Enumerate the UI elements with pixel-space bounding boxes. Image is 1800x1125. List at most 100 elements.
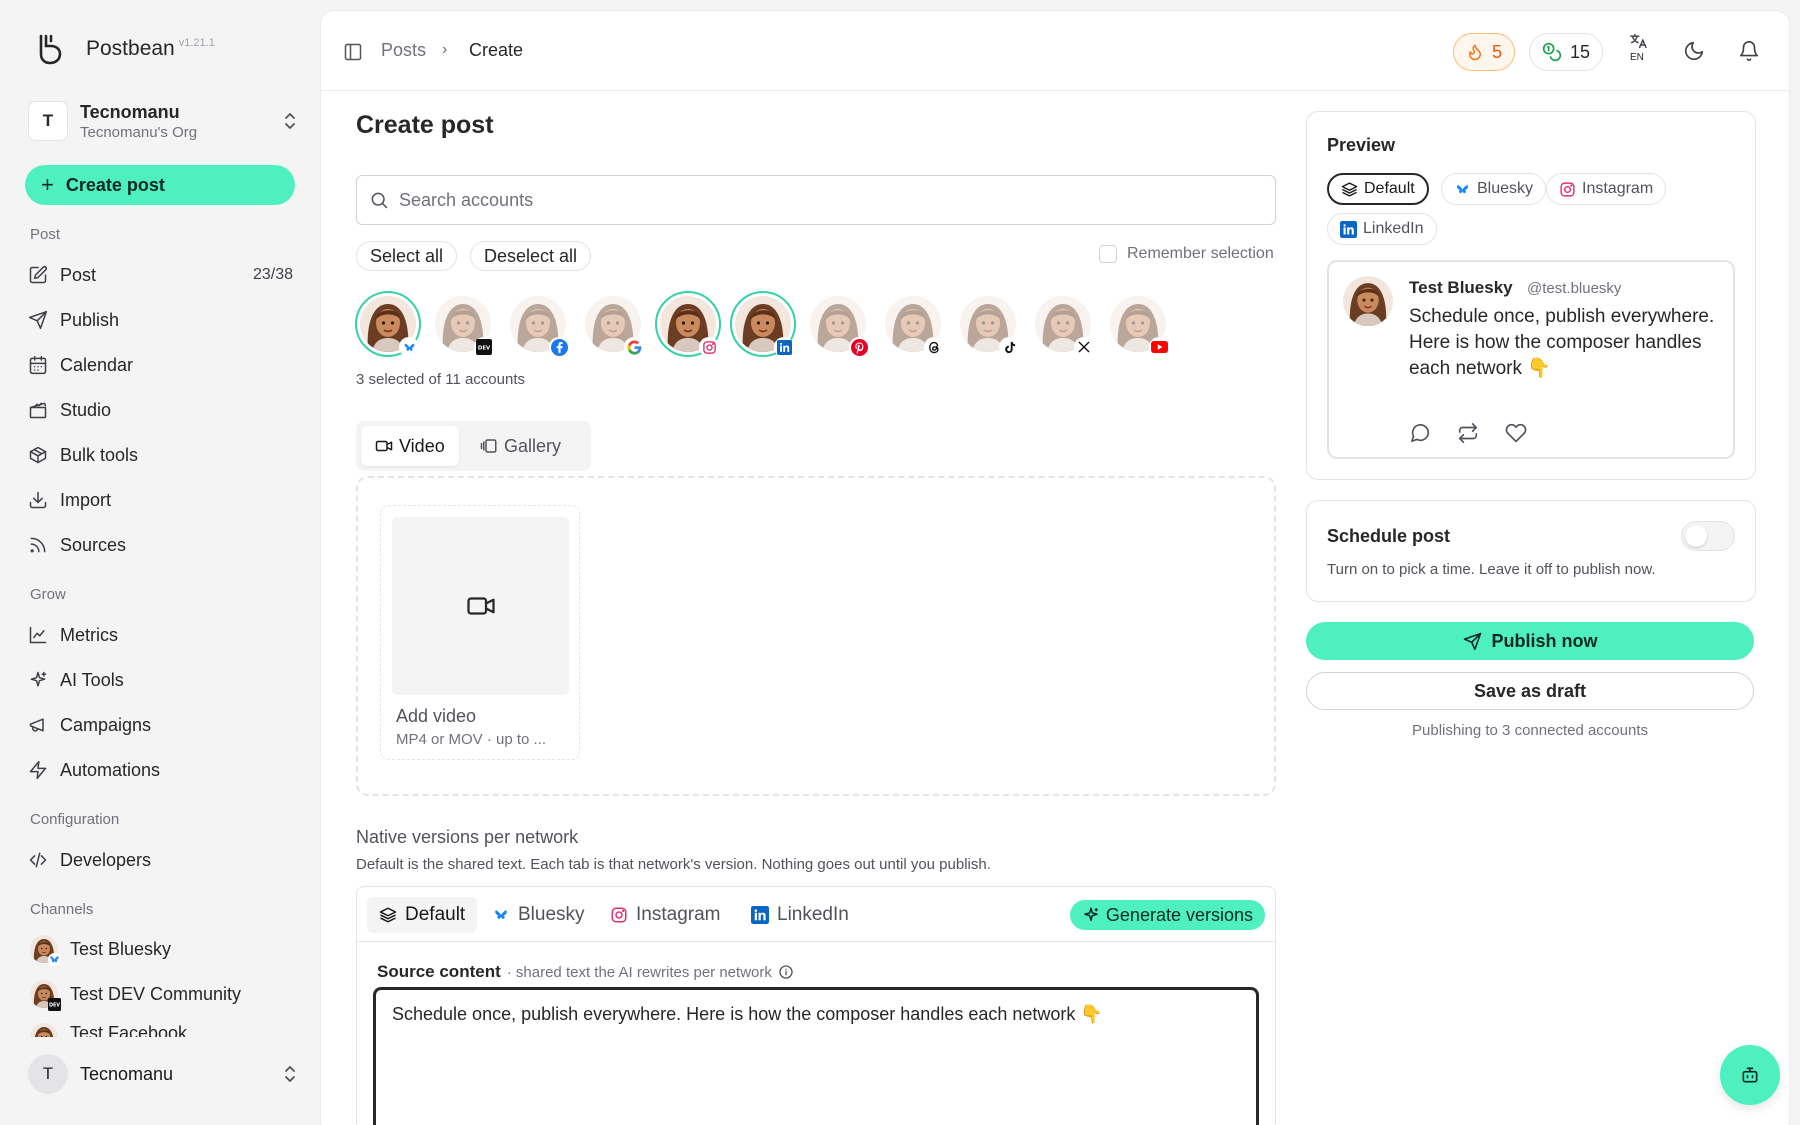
generate-versions-button[interactable]: Generate versions: [1069, 900, 1265, 930]
tab-label: Bluesky: [518, 904, 585, 925]
svg-text:DEV: DEV: [478, 345, 491, 351]
youtube-icon: [1149, 337, 1169, 357]
tab-default[interactable]: Default: [367, 897, 478, 933]
source-content-textarea[interactable]: Schedule once, publish everywhere. Here …: [373, 987, 1259, 1125]
language-switcher[interactable]: EN: [1628, 33, 1652, 63]
account-bluesky[interactable]: [355, 291, 421, 357]
schedule-toggle[interactable]: [1681, 521, 1735, 551]
sidebar-item-campaigns[interactable]: Campaigns: [28, 710, 293, 740]
sidebar-item-developers[interactable]: Developers: [28, 845, 293, 875]
x-icon: [1074, 337, 1094, 357]
account-threads[interactable]: [880, 291, 946, 357]
remember-checkbox[interactable]: [1099, 245, 1117, 263]
package-icon: [29, 446, 47, 464]
preview-tab-default[interactable]: Default: [1327, 173, 1429, 205]
bluesky-icon: [48, 953, 61, 966]
video-icon: [375, 440, 393, 452]
sidebar-item-sources[interactable]: Sources: [28, 530, 293, 560]
instagram-icon: [699, 337, 719, 357]
preview-post-text: Schedule once, publish everywhere. Here …: [1409, 306, 1715, 379]
deselect-all-button[interactable]: Deselect all: [470, 241, 592, 271]
streak-badge[interactable]: 5: [1453, 33, 1516, 71]
tab-linkedin[interactable]: LinkedIn: [739, 897, 861, 933]
download-icon: [29, 491, 47, 509]
source-label: Source content: [377, 962, 501, 981]
sidebar-item-bulk-tools[interactable]: Bulk tools: [28, 440, 293, 470]
search-input[interactable]: [399, 189, 1275, 211]
account-google[interactable]: [580, 291, 646, 357]
tab-gallery[interactable]: Gallery: [466, 426, 575, 466]
sidebar-item-studio[interactable]: Studio: [28, 395, 293, 425]
preview-tab-linkedin[interactable]: LinkedIn: [1327, 213, 1437, 245]
language-code: EN: [1630, 52, 1644, 63]
org-switcher[interactable]: T Tecnomanu Tecnomanu's Org: [28, 98, 298, 144]
sidebar-item-import[interactable]: Import: [28, 485, 293, 515]
sidebar-item-calendar[interactable]: Calendar: [28, 350, 293, 380]
account-dev[interactable]: DEV: [430, 291, 496, 357]
account-linkedin[interactable]: [730, 291, 796, 357]
info-icon[interactable]: [778, 964, 794, 980]
preview-tab-instagram[interactable]: Instagram: [1546, 173, 1667, 205]
sidebar-item-label: Developers: [60, 849, 152, 870]
user-menu[interactable]: T Tecnomanu: [28, 1054, 298, 1094]
account-instagram[interactable]: [655, 291, 721, 357]
breadcrumb-posts[interactable]: Posts: [381, 40, 426, 61]
preview-author-name: Test Bluesky: [1409, 278, 1513, 297]
moon-icon[interactable]: [1683, 40, 1705, 62]
create-post-button[interactable]: + Create post: [25, 165, 295, 205]
assistant-button[interactable]: [1720, 1045, 1780, 1105]
bell-icon[interactable]: [1738, 40, 1760, 62]
preview-card: Preview Default Bluesky Instagram Linked…: [1306, 111, 1756, 480]
account-pinterest[interactable]: [805, 291, 871, 357]
sidebar-item-label: Post: [60, 264, 97, 285]
bot-icon: [1742, 1067, 1758, 1083]
layers-icon: [1341, 181, 1358, 197]
publish-now-label: Publish now: [1491, 630, 1598, 651]
save-draft-button[interactable]: Save as draft: [1306, 672, 1754, 710]
flame-icon: [1469, 44, 1481, 61]
tab-video[interactable]: Video: [361, 426, 459, 466]
sidebar-toggle-icon[interactable]: [343, 42, 363, 62]
rss-icon: [30, 537, 46, 553]
media-dropzone[interactable]: Add video MP4 or MOV · up to ...: [356, 476, 1276, 796]
remember-selection[interactable]: Remember selection: [1099, 245, 1274, 263]
tab-label: Gallery: [504, 435, 562, 456]
facebook-icon: [549, 337, 569, 357]
sidebar: Postbean v1.21.1 T Tecnomanu Tecnomanu's…: [0, 0, 320, 1125]
sidebar-item-metrics[interactable]: Metrics: [28, 620, 293, 650]
add-video-title: Add video: [396, 706, 477, 726]
preview-tab-bluesky[interactable]: Bluesky: [1441, 173, 1547, 205]
credits-badge[interactable]: 15: [1529, 33, 1604, 71]
media-type-switcher: Video Gallery: [356, 421, 591, 471]
sidebar-item-label: AI Tools: [60, 669, 124, 690]
account-x[interactable]: [1030, 291, 1096, 357]
channel-item-dev[interactable]: DEV Test DEV Community: [30, 978, 241, 1011]
pinterest-icon: [849, 337, 869, 357]
publish-now-button[interactable]: Publish now: [1306, 622, 1754, 660]
bluesky-icon: [399, 337, 419, 357]
schedule-card: Schedule post Turn on to pick a time. Le…: [1306, 500, 1756, 602]
channel-item-bluesky[interactable]: Test Bluesky: [30, 933, 171, 966]
account-youtube[interactable]: [1105, 291, 1171, 357]
linkedin-icon: [774, 337, 794, 357]
sidebar-item-label: Automations: [60, 759, 161, 780]
select-all-button[interactable]: Select all: [356, 241, 458, 271]
sidebar-item-publish[interactable]: Publish: [28, 305, 293, 335]
sidebar-item-ai-tools[interactable]: AI Tools: [28, 665, 293, 695]
account-tiktok[interactable]: [955, 291, 1021, 357]
channel-item-facebook[interactable]: Test Facebook: [30, 1023, 187, 1037]
sidebar-item-post[interactable]: Post 23/38: [28, 260, 293, 290]
create-post-label: Create post: [65, 174, 165, 195]
layers-icon: [379, 907, 397, 923]
add-video-subtitle: MP4 or MOV · up to ...: [396, 731, 547, 748]
sidebar-item-automations[interactable]: Automations: [28, 755, 293, 785]
account-facebook[interactable]: [505, 291, 571, 357]
tab-instagram[interactable]: Instagram: [598, 897, 732, 933]
tab-bluesky[interactable]: Bluesky: [480, 897, 597, 933]
brand[interactable]: Postbean v1.21.1: [34, 32, 215, 66]
preview-author-handle: @test.bluesky: [1527, 280, 1622, 297]
svg-text:DEV: DEV: [49, 1003, 60, 1009]
org-subtitle: Tecnomanu's Org: [80, 123, 198, 141]
add-video-card[interactable]: Add video MP4 or MOV · up to ...: [380, 505, 580, 760]
chevrons-up-down-icon: [285, 113, 295, 129]
